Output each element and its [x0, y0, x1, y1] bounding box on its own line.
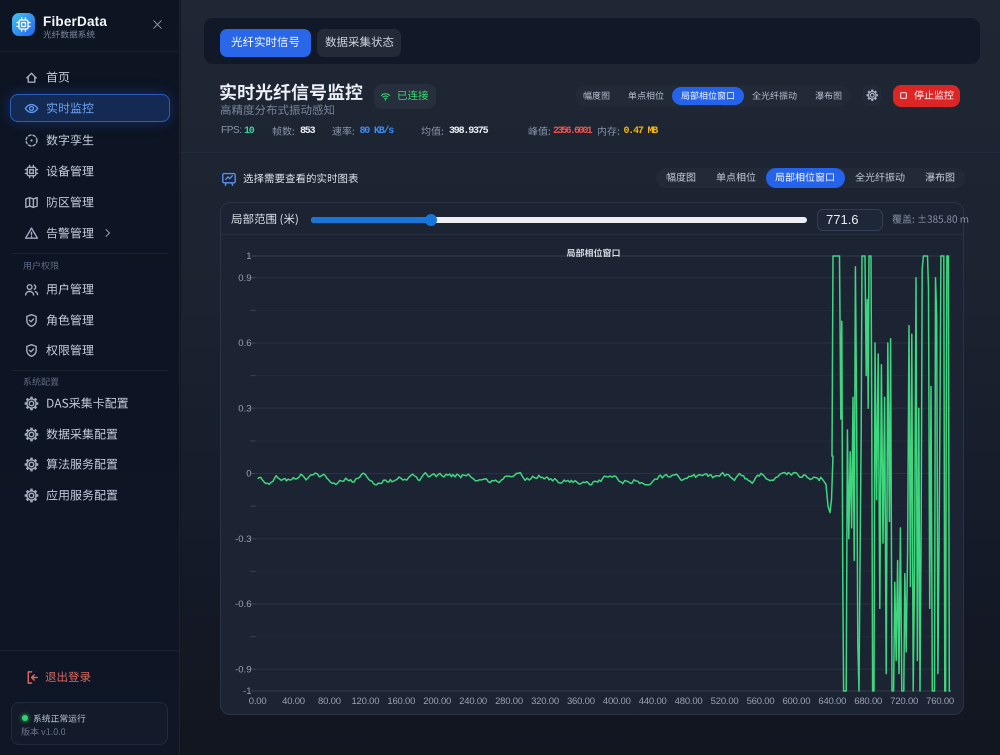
svg-text:320.00: 320.00 — [531, 696, 559, 707]
svg-text:-0.9: -0.9 — [235, 664, 251, 675]
svg-text:0.00: 0.00 — [249, 696, 267, 707]
svg-text:560.00: 560.00 — [747, 696, 775, 707]
svg-text:-0.6: -0.6 — [235, 599, 251, 610]
svg-text:160.00: 160.00 — [387, 696, 415, 707]
svg-text:520.00: 520.00 — [711, 696, 739, 707]
svg-text:440.00: 440.00 — [639, 696, 667, 707]
svg-text:640.00: 640.00 — [818, 696, 846, 707]
svg-text:-0.3: -0.3 — [235, 534, 251, 545]
svg-text:0.6: 0.6 — [238, 338, 251, 349]
svg-text:400.00: 400.00 — [603, 696, 631, 707]
svg-text:0: 0 — [246, 469, 251, 480]
svg-text:760.00: 760.00 — [926, 696, 954, 707]
svg-text:360.00: 360.00 — [567, 696, 595, 707]
svg-text:680.00: 680.00 — [854, 696, 882, 707]
svg-text:200.00: 200.00 — [423, 696, 451, 707]
svg-text:480.00: 480.00 — [675, 696, 703, 707]
svg-text:280.00: 280.00 — [495, 696, 523, 707]
svg-text:600.00: 600.00 — [782, 696, 810, 707]
svg-text:40.00: 40.00 — [282, 696, 305, 707]
svg-text:240.00: 240.00 — [459, 696, 487, 707]
svg-text:1: 1 — [246, 251, 251, 262]
svg-text:80.00: 80.00 — [318, 696, 341, 707]
svg-text:0.3: 0.3 — [238, 403, 251, 414]
svg-text:0.9: 0.9 — [238, 273, 251, 284]
svg-text:120.00: 120.00 — [351, 696, 379, 707]
svg-text:720.00: 720.00 — [890, 696, 918, 707]
